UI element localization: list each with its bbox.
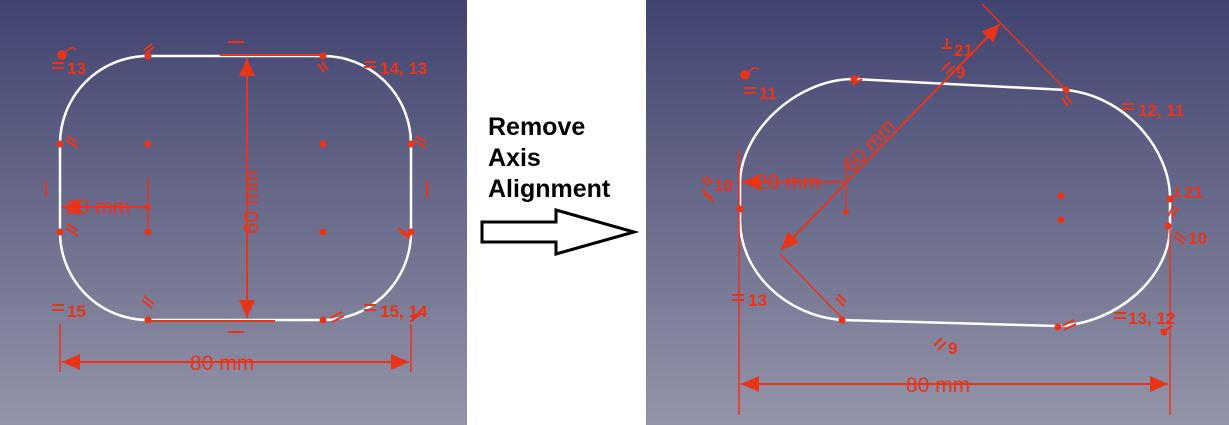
- left-sketch-panel: 13 14, 13 15 15, 14 60 mm 20 mm 80 mm: [0, 0, 467, 425]
- constraint-label: 21: [1184, 183, 1203, 202]
- constraint-label: 10: [714, 176, 733, 195]
- caption-line: Alignment: [488, 175, 611, 203]
- constraint-label: 12, 11: [1138, 101, 1184, 120]
- right-arrow-icon: [480, 208, 640, 256]
- constraint-label: 14, 13: [380, 59, 427, 78]
- left-sketch-canvas: 13 14, 13 15 15, 14 60 mm 20 mm 80 mm: [0, 0, 467, 425]
- width-dimension-label: 80 mm: [190, 352, 254, 375]
- constraint-label: 13, 12: [1128, 309, 1175, 328]
- transformation-caption: Remove Axis Alignment: [488, 112, 610, 205]
- height-dimension-label: 60 mm: [240, 170, 263, 234]
- constraint-label: 9: [948, 339, 957, 358]
- caption-line: Axis: [488, 144, 541, 172]
- radius-dimension-label: 20 mm: [756, 171, 820, 194]
- constraint-label: 13: [748, 291, 767, 310]
- background: [646, 0, 1229, 425]
- width-dimension-label: 80 mm: [906, 374, 970, 397]
- radius-dimension-label: 20 mm: [66, 196, 130, 219]
- constraint-label: 15: [67, 302, 86, 321]
- constraint-label: 13: [67, 59, 86, 78]
- constraint-label: 11: [759, 84, 777, 103]
- right-sketch-canvas: 21 9 11 12, 11 10 21 10 13 13, 12 9 60 m…: [646, 0, 1229, 425]
- right-sketch-panel: 21 9 11 12, 11 10 21 10 13 13, 12 9 60 m…: [646, 0, 1229, 425]
- constraint-label: 21: [954, 41, 973, 60]
- caption-line: Remove: [488, 113, 586, 141]
- constraint-label: 15, 14: [380, 302, 428, 321]
- constraint-label: 10: [1188, 229, 1207, 248]
